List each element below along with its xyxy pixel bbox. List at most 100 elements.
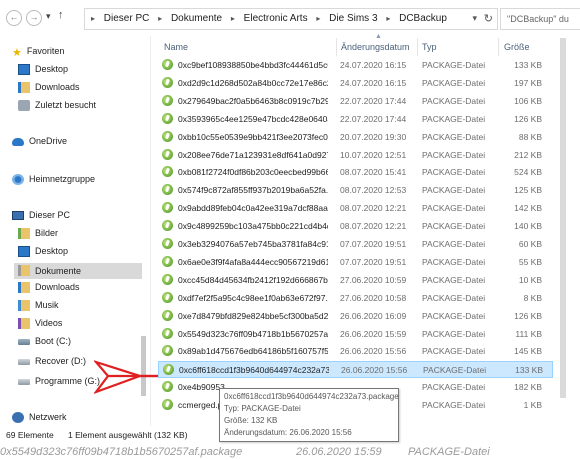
file-size: 125 KB [514,185,542,195]
file-date: 07.07.2020 19:51 [340,239,407,249]
sidebar-item-programme[interactable]: Programme (G:) [18,376,100,392]
file-row[interactable]: 0xd2d9c1d268d502a84b0cc72e17e86c2a... 24.… [158,75,551,92]
file-row[interactable]: 0x9c4899259bc103a475bb0c221cd4b4d0... 08.… [158,218,551,235]
file-row[interactable]: 0xb081f2724f0df86b203c0eecbed99b66... 08.… [158,164,551,181]
file-row[interactable]: 0xdf7ef2f5a95c4c98ee1f0ab63e672f97.p... 2… [158,290,551,307]
path-dropdown-icon[interactable]: ▾ [472,13,477,24]
search-placeholder: "DCBackup" du [507,14,569,24]
breadcrumb-item[interactable]: Dieser PC [104,13,150,24]
file-row[interactable]: 0xcc45d84d45634fb2412f192d666867b5... 27.… [158,272,551,289]
package-file-icon [162,256,173,267]
file-size: 60 KB [518,239,542,249]
file-row[interactable]: 0xc6ff618ccd1f3b9640d644974c232a73.p... 2… [158,361,553,378]
file-row[interactable]: 0x5549d323c76ff09b4718b1b5670257af... 26.… [158,326,551,343]
file-row[interactable]: 0xe7d8479bfd829e824bbe5cf300ba5d26... 26.… [158,308,551,325]
column-separator[interactable] [417,38,418,56]
breadcrumb-item[interactable]: Dokumente [171,13,222,24]
sidebar-item-dieser-pc[interactable]: Dieser PC [12,210,70,226]
sidebar-item-boot[interactable]: Boot (C:) [18,336,71,352]
file-name: 0x279649bac2f0a5b6463b8c0919c7b293... [178,96,328,106]
file-type: PACKAGE-Datei [422,221,486,231]
file-size: 212 KB [514,150,542,160]
file-row[interactable]: 0x9abdd89feb04c0a42ee319a7dcf88aa7... 08.… [158,200,551,217]
file-name: 0xcc45d84d45634fb2412f192d666867b5... [178,275,328,285]
file-size: 111 KB [515,329,542,339]
forward-button[interactable]: → [26,10,42,26]
file-size: 55 KB [518,257,542,267]
package-file-icon [162,77,173,88]
sidebar-item-downloads[interactable]: Downloads [18,82,80,98]
file-row[interactable]: 0x6ae0e3f9f4afa8a444ecc90567219d61.p... 0… [158,254,551,271]
chevron-right-icon: ▸ [316,14,321,23]
network-icon [12,412,24,424]
file-date: 26.06.2020 16:09 [340,311,407,321]
file-type: PACKAGE-Datei [422,275,486,285]
refresh-icon[interactable]: ↻ [484,12,493,25]
package-file-icon [162,166,173,177]
file-row[interactable]: 0x279649bac2f0a5b6463b8c0919c7b293... 22.… [158,93,551,110]
package-file-icon [162,345,173,356]
package-file-icon [162,381,173,392]
column-separator[interactable] [336,38,337,56]
breadcrumb-item[interactable]: Die Sims 3 [329,13,377,24]
file-date: 10.07.2020 12:51 [340,150,407,160]
package-file-icon [162,149,173,160]
file-name: 0x3593965c4ee1259e47bcdc428e0640a6... [178,114,328,124]
recent-locations-icon[interactable]: ▾ [46,11,51,22]
tooltip-type: Typ: PACKAGE-Datei [224,404,301,413]
sidebar-item-videos[interactable]: Videos [18,318,62,334]
file-size: 126 KB [514,311,542,321]
breadcrumb-item[interactable]: DCBackup [399,13,447,24]
sidebar-item-onedrive[interactable]: OneDrive [12,136,67,152]
file-type: PACKAGE-Datei [422,150,486,160]
package-file-icon [162,399,173,410]
sidebar-item-netzwerk[interactable]: Netzwerk [12,412,67,428]
file-size: 140 KB [514,221,542,231]
file-row[interactable]: 0x3eb3294076a57eb745ba3781fa84c91c... 07.… [158,236,551,253]
file-type: PACKAGE-Datei [422,78,486,88]
red-arrow-icon [94,360,158,394]
package-file-icon [162,202,173,213]
file-type: PACKAGE-Datei [423,365,487,375]
file-type: PACKAGE-Datei [422,346,486,356]
path-box[interactable]: ▸ Dieser PC ▸ Dokumente ▸ Electronic Art… [84,8,498,30]
file-size: 10 KB [518,275,542,285]
file-date: 22.07.2020 17:44 [340,114,407,124]
sidebar-item-favoriten[interactable]: ★ Favoriten [12,46,64,62]
sidebar-item-bilder[interactable]: Bilder [18,228,58,244]
sidebar-item-homegroup[interactable]: Heimnetzgruppe [12,174,95,190]
sidebar-item-desktop-pc[interactable]: Desktop [18,246,68,262]
sidebar-item-recover[interactable]: Recover (D:) [18,356,86,372]
tooltip-filename: 0xc6ff618ccd1f3b9640d644974c232a73.packa… [224,392,399,401]
drive-icon [18,358,30,365]
package-file-icon [162,220,173,231]
breadcrumb-item[interactable]: Electronic Arts [244,13,308,24]
package-file-icon [162,328,173,339]
file-row[interactable]: 0xbb10c55e0539e9bb421f3ee2073fec08... 20.… [158,129,551,146]
scrollbar-thumb[interactable] [560,38,566,398]
file-row[interactable]: 0x89ab1d475676edb64186b5f160757f55... 26.… [158,343,551,360]
file-row[interactable]: 0x208ee76de71a123931e8df641a0d9276... 10.… [158,147,551,164]
sidebar-item-downloads-pc[interactable]: Downloads [18,282,80,298]
sidebar-item-recent[interactable]: Zuletzt besucht [18,100,96,116]
up-button[interactable]: ↑ [58,9,64,21]
column-separator[interactable] [498,38,499,56]
documents-icon [18,265,30,276]
search-input[interactable]: "DCBackup" du [500,8,580,30]
file-row[interactable]: 0x574f9c872af855ff937b2019ba6a52fa.p... 0… [158,182,551,199]
sidebar-item-dokumente[interactable]: Dokumente [14,263,142,279]
file-row[interactable]: 0xc9bef108938850be4bbd3fc44461d5c0... 24.… [158,57,551,74]
file-date: 26.06.2020 15:59 [340,329,407,339]
sidebar-item-desktop[interactable]: Desktop [18,64,68,80]
column-header-date[interactable]: ▲ Änderungsdatum [341,33,421,56]
file-row[interactable]: 0x3593965c4ee1259e47bcdc428e0640a6... 22.… [158,111,551,128]
file-size: 1 KB [523,400,542,410]
sidebar-item-musik[interactable]: Musik [18,300,59,316]
cloud-icon [12,137,24,146]
back-button[interactable]: ← [6,10,22,26]
file-type: PACKAGE-Datei [422,203,486,213]
file-date: 24.07.2020 16:15 [340,78,407,88]
file-name: 0x574f9c872af855ff937b2019ba6a52fa.p... [178,185,328,195]
file-type: PACKAGE-Datei [422,329,486,339]
content-scrollbar[interactable] [556,38,570,428]
